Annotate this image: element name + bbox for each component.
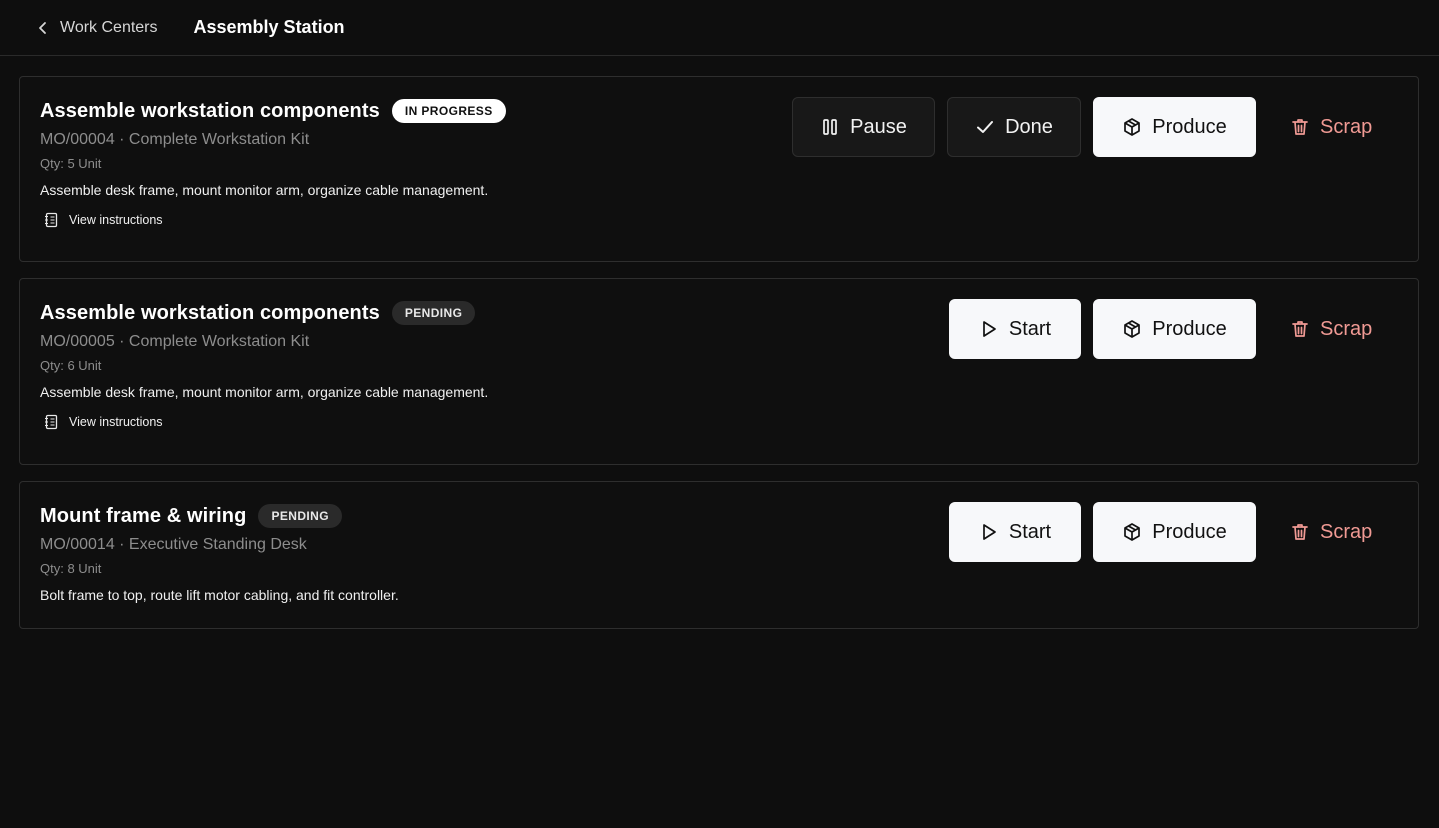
scrap-button[interactable]: Scrap — [1268, 299, 1398, 359]
pause-label: Pause — [850, 115, 907, 138]
start-button[interactable]: Start — [949, 299, 1081, 359]
back-label: Work Centers — [60, 18, 158, 36]
page-title: Assembly Station — [193, 17, 345, 37]
produce-label: Produce — [1152, 520, 1227, 543]
description: Assemble desk frame, mount monitor arm, … — [40, 182, 489, 198]
view-instructions-link[interactable]: View instructions — [40, 212, 1398, 228]
start-label: Start — [1008, 317, 1052, 340]
pause-icon — [823, 119, 837, 135]
operation-title: Mount frame & wiring — [40, 504, 247, 527]
status-badge: PENDING — [258, 504, 342, 528]
operations-list: Assemble workstation components IN PROGR… — [0, 56, 1439, 629]
chevron-left-icon — [39, 21, 46, 34]
notebook-icon — [45, 212, 58, 228]
scrap-label: Scrap — [1320, 520, 1373, 543]
view-instructions-link[interactable]: View instructions — [40, 414, 1398, 430]
view-instructions-label: View instructions — [69, 213, 163, 227]
start-button[interactable]: Start — [949, 502, 1081, 562]
card-actions: Start Produce Scrap — [949, 502, 1398, 562]
produce-label: Produce — [1152, 115, 1227, 138]
scrap-label: Scrap — [1320, 115, 1373, 138]
play-icon — [983, 321, 996, 337]
quantity: Qty: 5 Unit — [40, 156, 102, 171]
notebook-icon — [45, 414, 58, 430]
status-badge: IN PROGRESS — [391, 99, 506, 123]
scrap-button[interactable]: Scrap — [1268, 502, 1398, 562]
operation-card: Mount frame & wiring PENDING MO/00014 · … — [19, 481, 1419, 629]
operation-card: Assemble workstation components IN PROGR… — [19, 76, 1419, 262]
scrap-label: Scrap — [1320, 317, 1373, 340]
check-icon — [977, 121, 994, 133]
produce-label: Produce — [1152, 317, 1227, 340]
status-badge: PENDING — [391, 301, 476, 325]
trash-icon — [1292, 524, 1308, 540]
description: Assemble desk frame, mount monitor arm, … — [40, 384, 489, 400]
description: Bolt frame to top, route lift motor cabl… — [40, 587, 399, 603]
pause-button[interactable]: Pause — [792, 97, 935, 157]
start-label: Start — [1008, 520, 1052, 543]
operation-card: Assemble workstation components PENDING … — [19, 278, 1419, 465]
card-actions: Start Produce Scrap — [949, 299, 1398, 359]
trash-icon — [1292, 321, 1308, 337]
scrap-button[interactable]: Scrap — [1268, 97, 1398, 157]
trash-icon — [1292, 119, 1308, 135]
view-instructions-label: View instructions — [69, 415, 163, 429]
operation-title: Assemble workstation components — [40, 301, 380, 324]
package-icon — [1124, 320, 1141, 338]
produce-button[interactable]: Produce — [1093, 502, 1256, 562]
package-icon — [1124, 523, 1141, 541]
quantity: Qty: 8 Unit — [40, 561, 102, 576]
quantity: Qty: 6 Unit — [40, 358, 102, 373]
operation-title: Assemble workstation components — [40, 99, 380, 122]
done-label: Done — [1005, 115, 1053, 138]
top-bar: Work Centers Assembly Station — [0, 0, 1439, 56]
back-to-work-centers[interactable]: Work Centers — [36, 19, 158, 37]
produce-button[interactable]: Produce — [1093, 299, 1256, 359]
produce-button[interactable]: Produce — [1093, 97, 1256, 157]
card-actions: Pause Done Produce Scrap — [792, 97, 1398, 157]
package-icon — [1124, 118, 1141, 136]
done-button[interactable]: Done — [947, 97, 1081, 157]
play-icon — [983, 524, 996, 540]
